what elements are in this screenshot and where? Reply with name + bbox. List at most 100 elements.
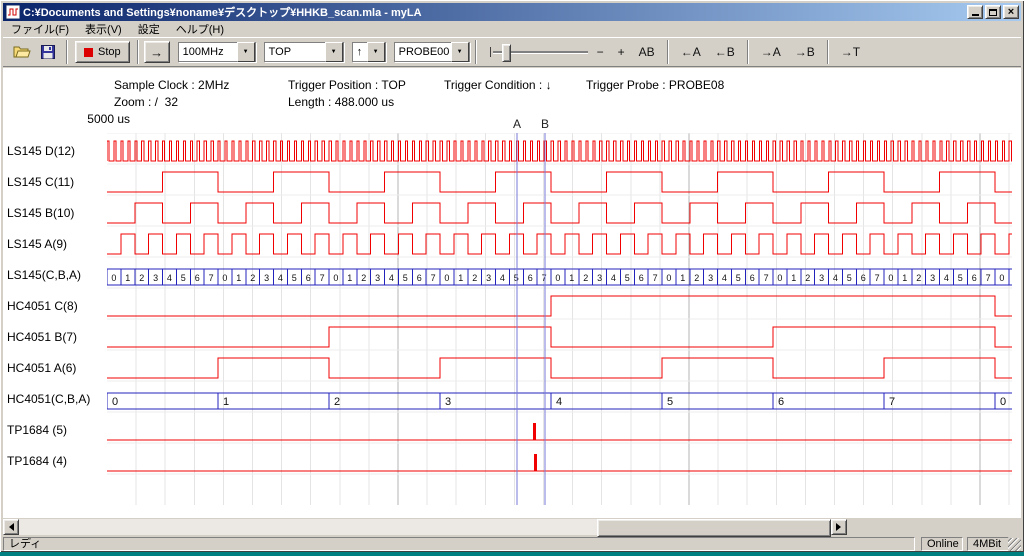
svg-text:5: 5 (403, 273, 408, 283)
svg-text:2: 2 (694, 273, 699, 283)
svg-text:2: 2 (916, 273, 921, 283)
svg-text:0: 0 (666, 273, 671, 283)
open-button[interactable] (10, 41, 34, 63)
probe-select[interactable]: PROBE00 ▼ (394, 42, 470, 62)
svg-text:6: 6 (639, 273, 644, 283)
status-ready: レディ (3, 537, 915, 551)
probe-value: PROBE00 (395, 46, 451, 58)
minimize-button[interactable] (967, 5, 983, 19)
waveform-plot[interactable]: 0123456701234567012345670123456701234567… (107, 133, 1012, 505)
svg-text:6: 6 (306, 273, 311, 283)
svg-text:3: 3 (930, 273, 935, 283)
svg-text:2: 2 (805, 273, 810, 283)
goto-cursor-b-button[interactable]: ←B (711, 43, 739, 61)
zoom-out-button[interactable]: − (593, 43, 608, 61)
svg-text:0: 0 (555, 273, 560, 283)
zoom-slider-thumb[interactable] (502, 44, 511, 62)
svg-text:5: 5 (736, 273, 741, 283)
svg-text:6: 6 (861, 273, 866, 283)
sample-rate-select[interactable]: 100MHz ▼ (178, 42, 256, 62)
svg-text:2: 2 (472, 273, 477, 283)
toolbar-separator (747, 40, 749, 64)
close-button[interactable]: × (1003, 5, 1019, 19)
toolbar: Stop → 100MHz ▼ TOP ▼ ↑ ▼ PROBE00 ▼ − + (3, 37, 1021, 67)
svg-text:7: 7 (889, 396, 895, 408)
toolbar-separator (827, 40, 829, 64)
svg-text:4: 4 (167, 273, 172, 283)
zoom-slider[interactable] (490, 42, 590, 62)
goto-cursor-a-button[interactable]: ←A (677, 43, 705, 61)
svg-text:1: 1 (569, 273, 574, 283)
scroll-right-button[interactable] (831, 519, 847, 535)
cursor-a-label[interactable]: A (513, 117, 521, 131)
dropdown-arrow-icon[interactable]: ▼ (451, 42, 469, 62)
svg-text:7: 7 (320, 273, 325, 283)
save-button[interactable] (36, 41, 60, 63)
stop-button[interactable]: Stop (75, 41, 130, 63)
svg-text:2: 2 (361, 273, 366, 283)
resize-grip[interactable] (1008, 538, 1021, 551)
trigger-position-value: TOP (265, 46, 325, 58)
svg-text:1: 1 (680, 273, 685, 283)
scrollbar-thumb[interactable] (597, 519, 831, 537)
scroll-left-button[interactable] (3, 519, 19, 535)
run-button[interactable]: → (144, 41, 170, 63)
zoom-in-button[interactable]: + (614, 43, 629, 61)
svg-text:3: 3 (445, 396, 451, 408)
svg-text:7: 7 (431, 273, 436, 283)
menu-file[interactable]: ファイル(F) (3, 20, 77, 38)
trigger-probe-text: Trigger Probe : PROBE08 (586, 78, 724, 92)
title-bar: C:¥Documents and Settings¥noname¥デスクトップ¥… (3, 3, 1021, 21)
trigger-edge-value: ↑ (353, 46, 367, 58)
right-arrow-icon (836, 523, 845, 531)
svg-text:0: 0 (777, 273, 782, 283)
svg-text:4: 4 (944, 273, 949, 283)
trigger-position-select[interactable]: TOP ▼ (264, 42, 344, 62)
dropdown-arrow-icon[interactable]: ▼ (237, 42, 255, 62)
status-memory: 4MBit (967, 537, 1009, 551)
sample-clock-text: Sample Clock : 2MHz (114, 78, 229, 92)
svg-text:1: 1 (902, 273, 907, 283)
svg-text:6: 6 (195, 273, 200, 283)
svg-text:7: 7 (209, 273, 214, 283)
svg-text:5: 5 (847, 273, 852, 283)
svg-text:6: 6 (778, 396, 784, 408)
svg-text:3: 3 (264, 273, 269, 283)
menu-help[interactable]: ヘルプ(H) (168, 20, 232, 38)
move-cursor-b-button[interactable]: →B (791, 43, 819, 61)
slider-cap (490, 47, 491, 57)
svg-text:0: 0 (333, 273, 338, 283)
toolbar-separator (667, 40, 669, 64)
save-floppy-icon (41, 45, 55, 59)
svg-text:0: 0 (112, 396, 118, 408)
svg-text:3: 3 (375, 273, 380, 283)
svg-text:1: 1 (347, 273, 352, 283)
svg-text:1: 1 (125, 273, 130, 283)
horizontal-scrollbar[interactable] (3, 519, 847, 535)
ab-button[interactable]: AB (635, 43, 659, 61)
svg-text:5: 5 (958, 273, 963, 283)
svg-text:7: 7 (986, 273, 991, 283)
dropdown-arrow-icon[interactable]: ▼ (325, 42, 343, 62)
trigger-condition-text: Trigger Condition : ↓ (444, 78, 552, 92)
svg-text:0: 0 (1000, 396, 1006, 408)
maximize-button[interactable] (985, 5, 1001, 19)
channel-label: TP1684 (4) (7, 454, 67, 468)
svg-text:4: 4 (556, 396, 562, 408)
menu-settings[interactable]: 設定 (130, 20, 168, 38)
cursor-b-label[interactable]: B (541, 117, 549, 131)
channel-label: HC4051(C,B,A) (7, 392, 90, 406)
svg-text:1: 1 (223, 396, 229, 408)
goto-trigger-button[interactable]: →T (837, 43, 864, 61)
svg-text:3: 3 (597, 273, 602, 283)
dropdown-arrow-icon[interactable]: ▼ (367, 42, 385, 62)
app-window: C:¥Documents and Settings¥noname¥デスクトップ¥… (0, 0, 1024, 552)
svg-text:3: 3 (486, 273, 491, 283)
menu-view[interactable]: 表示(V) (77, 20, 130, 38)
length-text: Length : 488.000 us (288, 95, 394, 109)
stop-label: Stop (98, 46, 121, 58)
svg-text:0: 0 (222, 273, 227, 283)
svg-text:1: 1 (236, 273, 241, 283)
trigger-edge-select[interactable]: ↑ ▼ (352, 42, 386, 62)
move-cursor-a-button[interactable]: →A (757, 43, 785, 61)
